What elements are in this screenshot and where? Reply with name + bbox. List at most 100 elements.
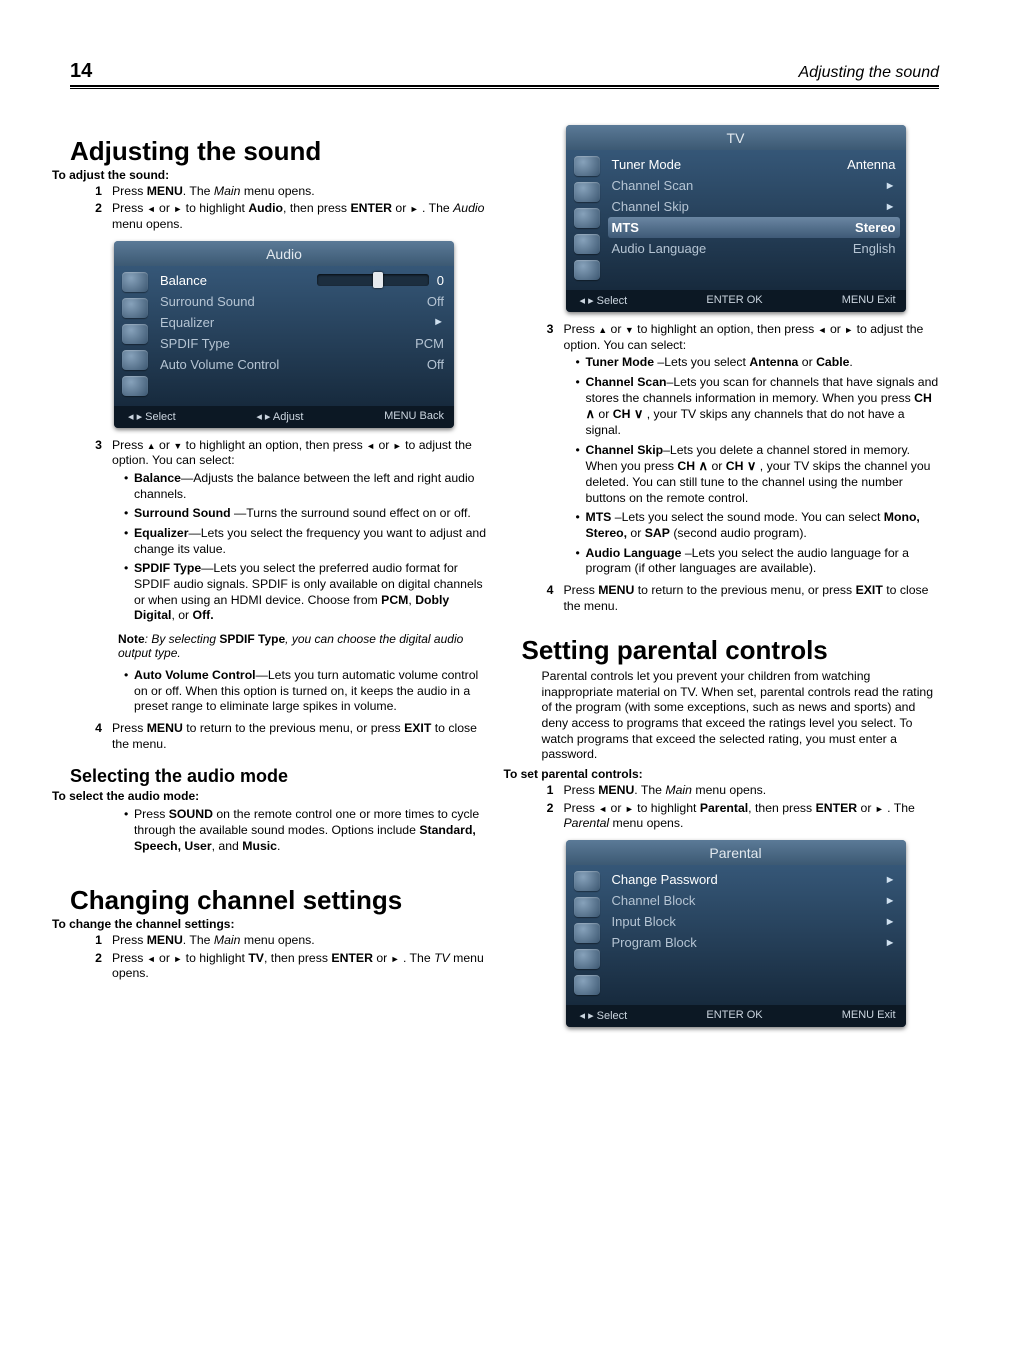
ch-down-icon — [747, 459, 757, 473]
txt: Press — [112, 438, 147, 452]
step-1: 1 Press MENU. The Main menu opens. — [90, 184, 488, 200]
label: Audio Language — [612, 241, 707, 256]
right-column: TV Tuner Mode Antenna — [522, 119, 940, 1037]
columns: Adjusting the sound To adjust the sound:… — [70, 119, 939, 1037]
step-body: Press MENU to return to the previous men… — [112, 721, 488, 752]
txt: or — [156, 951, 174, 965]
osd-footer: ◂ ▸ Select ENTER OK MENU Exit — [566, 290, 906, 312]
osd-tab-icon — [122, 324, 148, 344]
txt: Select — [597, 1010, 628, 1022]
osd-icon-rail — [566, 150, 608, 290]
chevron-right-icon: ► — [433, 316, 444, 328]
running-head: Adjusting the sound — [798, 64, 939, 82]
slider-thumb-icon — [373, 272, 383, 288]
step-body: Press MENU. The Main menu opens. — [112, 933, 488, 949]
osd-tab-icon — [574, 156, 600, 176]
label: Program Block — [612, 935, 697, 950]
label: Channel Skip — [612, 199, 689, 214]
cs-step-2: 2 Press or to highlight TV, then press E… — [90, 951, 488, 982]
label: Channel Block — [612, 893, 696, 908]
osd-tab-icon — [122, 298, 148, 318]
foot-enter: ENTER OK — [706, 294, 762, 307]
osd-tab-icon — [574, 234, 600, 254]
step-number: 3 — [542, 322, 554, 581]
option-list: Tuner Mode –Lets you select Antenna or C… — [564, 355, 940, 577]
option-list: Balance—Adjusts the balance between the … — [112, 471, 488, 624]
chevron-right-icon: ► — [885, 916, 896, 928]
osd-row-skip: Channel Skip ► — [612, 196, 896, 217]
osd-icon-rail — [114, 266, 156, 406]
list-item: Channel Skip–Lets you delete a channel s… — [576, 443, 940, 507]
osd-tab-icon — [122, 350, 148, 370]
value: Stereo — [855, 220, 895, 235]
foot-exit: MENU Exit — [842, 1009, 896, 1022]
heading-audio-mode: Selecting the audio mode — [70, 766, 488, 787]
arrow-right-icon — [391, 951, 400, 965]
osd-tab-icon — [574, 871, 600, 891]
label: Channel Scan — [612, 178, 694, 193]
osd-body: Change Password ► Channel Block ► Input … — [566, 865, 906, 1005]
step-number: 1 — [542, 783, 554, 799]
step-number: 2 — [90, 201, 102, 232]
arrow-right-icon — [173, 951, 182, 965]
foot-adjust: ◂ ▸ Adjust — [256, 410, 303, 423]
arrow-down-icon — [625, 322, 634, 336]
osd-row-balance: Balance 0 — [160, 270, 444, 291]
parental-intro: Parental controls let you prevent your c… — [542, 669, 940, 763]
label: Surround Sound — [160, 294, 255, 309]
txt: Press — [112, 951, 147, 965]
chevron-right-icon: ► — [885, 937, 896, 949]
value: English — [853, 241, 896, 256]
page-number: 14 — [70, 60, 92, 83]
step-body: Press MENU to return to the previous men… — [564, 583, 940, 614]
arrow-right-icon — [625, 801, 634, 815]
step-body: Press SOUND on the remote control one or… — [112, 805, 488, 858]
osd-tab-icon — [574, 208, 600, 228]
pc-step-1: 1 Press MENU. The Main menu opens. — [542, 783, 940, 799]
list-item: Equalizer—Lets you select the frequency … — [124, 526, 488, 557]
txt: or — [375, 438, 393, 452]
txt: or — [156, 201, 174, 215]
arrow-down-icon — [173, 438, 182, 452]
txt: or — [607, 322, 625, 336]
label: Auto Volume Control — [160, 357, 279, 372]
ch-up-icon — [699, 459, 709, 473]
txt: to highlight an option, then press — [182, 438, 366, 452]
step-number: 3 — [90, 438, 102, 628]
step-body: Press MENU. The Main menu opens. — [564, 783, 940, 799]
step-3-cont: Auto Volume Control—Lets you turn automa… — [90, 666, 488, 719]
arrow-left-icon — [147, 201, 156, 215]
arrow-left-icon — [598, 801, 607, 815]
txt: Press — [112, 201, 147, 215]
osd-footer: ◂ ▸ Select ◂ ▸ Adjust MENU Back — [114, 406, 454, 428]
cs-step-3: 3 Press or to highlight an option, then … — [542, 322, 940, 581]
foot-back: MENU Back — [384, 410, 444, 423]
arrow-right-icon — [410, 201, 419, 215]
list-item: Auto Volume Control—Lets you turn automa… — [124, 668, 488, 715]
header-rule — [70, 85, 939, 89]
step-body: Press or to highlight Parental, then pre… — [564, 801, 940, 832]
arrow-right-icon — [173, 201, 182, 215]
osd-tab-icon — [122, 272, 148, 292]
arrow-left-icon — [147, 951, 156, 965]
step-number: 4 — [90, 721, 102, 752]
txt: Press — [564, 801, 599, 815]
osd-row-program-block: Program Block ► — [612, 932, 896, 953]
osd-title: Audio — [114, 241, 454, 266]
osd-icon-rail — [566, 865, 608, 1005]
page-header: 14 Adjusting the sound — [70, 60, 939, 85]
option-list: Press SOUND on the remote control one or… — [112, 807, 488, 854]
arrow-left-icon — [366, 438, 375, 452]
label: MTS — [612, 220, 639, 235]
ch-down-icon — [634, 407, 644, 421]
list-item: Tuner Mode –Lets you select Antenna or C… — [576, 355, 940, 371]
osd-rows: Tuner Mode Antenna Channel Scan ► Channe… — [608, 150, 906, 290]
osd-tab-icon — [574, 897, 600, 917]
osd-row-tuner: Tuner Mode Antenna — [612, 154, 896, 175]
chevron-right-icon: ► — [885, 201, 896, 213]
step-number: 2 — [542, 801, 554, 832]
osd-row-spdif: SPDIF Type PCM — [160, 333, 444, 354]
step-3: 3 Press or to highlight an option, then … — [90, 438, 488, 628]
step-body: Press or to highlight Audio, then press … — [112, 201, 488, 232]
step-number: 1 — [90, 933, 102, 949]
